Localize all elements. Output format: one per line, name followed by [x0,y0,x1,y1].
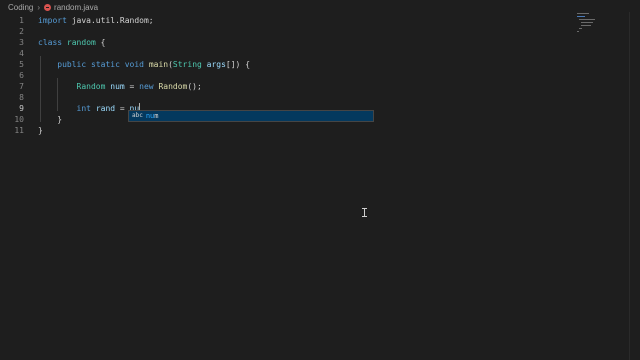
code-token: static [91,60,120,69]
line-number: 8 [19,93,24,102]
code-token: { [95,38,106,47]
code-token: Random [158,82,188,91]
text-kind-icon: abc [132,112,143,119]
code-token: num [110,82,125,91]
minimap-line [577,13,589,14]
code-text: public static void main(String args[]) { [38,59,250,70]
code-token: import [38,16,67,25]
line-number: 3 [19,38,24,47]
line-number: 4 [19,49,24,58]
line-number: 1 [19,16,24,25]
code-text: } [38,125,43,136]
code-token: int [76,104,91,113]
code-line[interactable]: 6 [0,70,575,81]
code-token: public [57,60,87,69]
code-token: (); [187,82,202,91]
code-token: random [66,38,96,47]
code-token: []) { [225,60,251,69]
line-number: 11 [14,126,24,135]
code-token: } [38,115,63,124]
error-icon [44,3,52,11]
code-line[interactable]: 5 public static void main(String args[])… [0,59,575,70]
code-token: void [124,60,144,69]
chevron-right-icon: › [37,2,41,12]
code-token: main [148,60,169,69]
code-text: int rand = nu [38,103,141,114]
code-token: new [139,82,154,91]
breadcrumb-file[interactable]: random.java [54,3,98,12]
code-token: java.util.Random; [66,16,154,25]
code-line[interactable]: 3 class random { [0,37,575,48]
minimap-line [581,22,593,23]
code-token: class [38,38,63,47]
code-line[interactable]: 7 Random num = new Random(); [0,81,575,92]
code-text: class random { [38,37,105,48]
code-line[interactable]: 2 [0,26,575,37]
code-text: Random num = new Random(); [38,81,202,92]
vertical-scrollbar[interactable] [629,12,640,360]
code-token: String [172,60,202,69]
code-token: = [124,82,140,91]
line-number: 6 [19,71,24,80]
code-token: } [38,126,43,135]
code-token: args [206,60,226,69]
suggestion-item[interactable]: abc nu m [129,111,373,121]
suggestion-widget: abc nu m [128,110,374,122]
minimap-line [577,31,579,32]
suggestion-match: nu [145,112,155,120]
code-line[interactable]: 1 import java.util.Random; [0,15,575,26]
line-number: 9 [19,104,24,113]
breadcrumb-folder[interactable]: Coding [8,3,33,12]
code-editor[interactable]: 1 import java.util.Random; 2 3 class random … [0,12,575,360]
code-line[interactable]: 8 [0,92,575,103]
minimap-line [579,19,595,20]
suggestion-rest: m [154,112,159,120]
text-cursor-pointer-icon [362,208,367,217]
code-line[interactable]: 11} [0,125,575,136]
line-number: 2 [19,27,24,36]
code-text: } [38,114,62,125]
line-number: 10 [14,115,24,124]
code-line[interactable]: 4 [0,48,575,59]
code-token: rand [95,104,116,113]
line-number: 5 [19,60,24,69]
minimap-line [577,16,585,17]
code-text: import java.util.Random; [38,15,154,26]
minimap-line [581,25,591,26]
line-number: 7 [19,82,24,91]
minimap-line [579,28,582,29]
code-token: Random [76,82,106,91]
